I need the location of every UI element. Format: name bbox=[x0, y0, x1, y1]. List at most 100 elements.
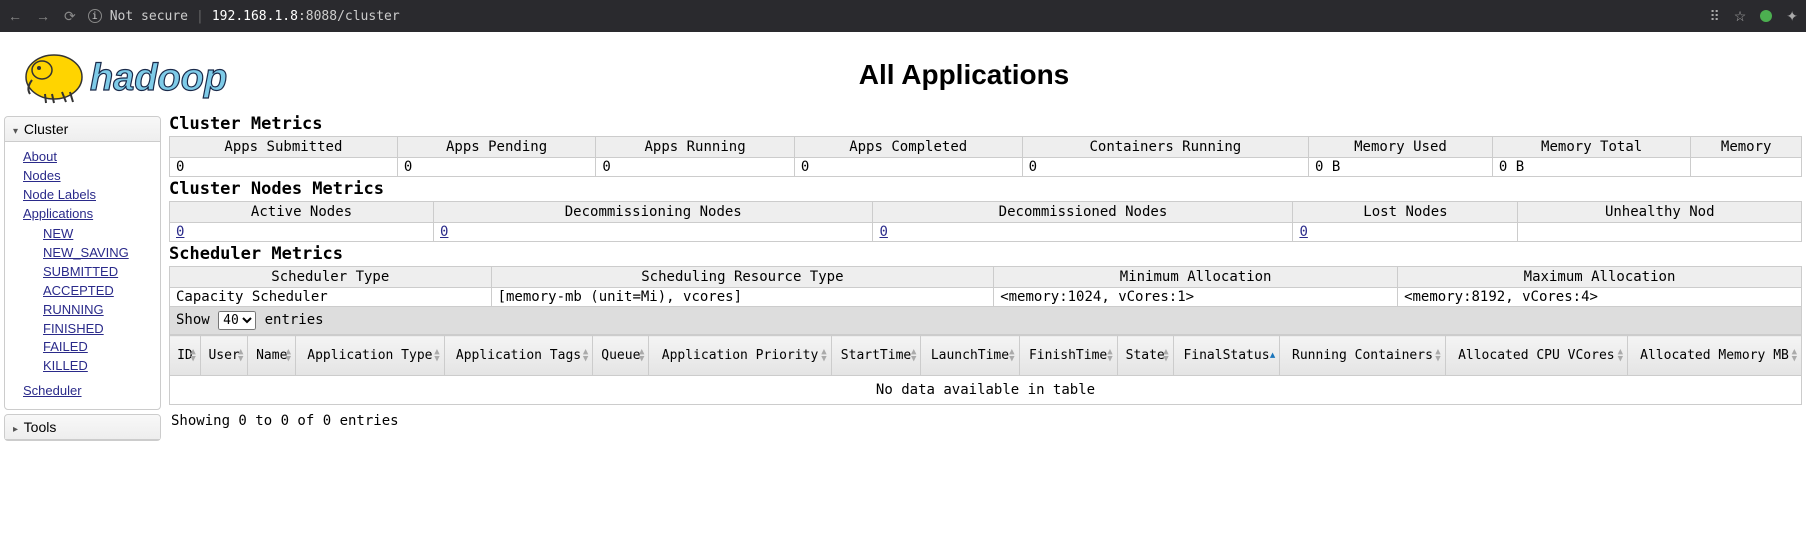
td-apps-pending: 0 bbox=[397, 158, 596, 177]
back-icon[interactable]: ← bbox=[8, 8, 22, 24]
th-apps-pending: Apps Pending bbox=[397, 137, 596, 158]
nav-state-accepted[interactable]: ACCEPTED bbox=[43, 282, 150, 301]
th-mem[interactable]: Allocated Memory MB▲▼ bbox=[1628, 336, 1802, 376]
nav-tools-header[interactable]: ▸ Tools bbox=[5, 415, 160, 440]
td-apps-running: 0 bbox=[596, 158, 795, 177]
th-resource-type: Scheduling Resource Type bbox=[491, 267, 994, 288]
td-memory-used: 0 B bbox=[1309, 158, 1493, 177]
th-app-type[interactable]: Application Type▲▼ bbox=[296, 336, 445, 376]
entries-length-bar: Show 40 entries bbox=[169, 307, 1802, 335]
th-unhealthy-nodes: Unhealthy Nod bbox=[1518, 202, 1802, 223]
sort-icon: ▲▼ bbox=[1792, 349, 1797, 363]
nodes-metrics-title: Cluster Nodes Metrics bbox=[169, 179, 1802, 199]
td-memory-total: 0 B bbox=[1492, 158, 1691, 177]
link-lost-nodes[interactable]: 0 bbox=[1299, 224, 1307, 240]
td-memory-more bbox=[1691, 158, 1802, 177]
chevron-right-icon: ▸ bbox=[13, 424, 18, 435]
applications-table: ID▲▼ User▲▼ Name▲▼ Application Type▲▼ Ap… bbox=[169, 335, 1802, 405]
td-containers-running: 0 bbox=[1022, 158, 1308, 177]
nav-cluster: ▾ Cluster About Nodes Node Labels Applic… bbox=[4, 116, 161, 410]
nav-about[interactable]: About bbox=[23, 148, 150, 167]
sort-icon: ▲▼ bbox=[238, 349, 243, 363]
td-active-nodes: 0 bbox=[170, 223, 434, 242]
sort-icon: ▲▼ bbox=[1009, 349, 1014, 363]
link-decommissioning-nodes[interactable]: 0 bbox=[440, 224, 448, 240]
forward-icon[interactable]: → bbox=[36, 8, 50, 24]
link-active-nodes[interactable]: 0 bbox=[176, 224, 184, 240]
th-queue[interactable]: Queue▲▼ bbox=[593, 336, 649, 376]
cluster-metrics-title: Cluster Metrics bbox=[169, 114, 1802, 134]
sort-icon: ▲▼ bbox=[911, 349, 916, 363]
translate-icon[interactable]: ⠿ bbox=[1709, 8, 1719, 25]
nav-scheduler[interactable]: Scheduler bbox=[23, 382, 150, 401]
th-finish[interactable]: FinishTime▲▼ bbox=[1019, 336, 1117, 376]
nav-state-finished[interactable]: FINISHED bbox=[43, 320, 150, 339]
sort-asc-icon: ▲ bbox=[1270, 352, 1275, 359]
th-memory-used: Memory Used bbox=[1309, 137, 1493, 158]
th-scheduler-type: Scheduler Type bbox=[170, 267, 492, 288]
td-min-alloc: <memory:1024, vCores:1> bbox=[994, 288, 1398, 307]
cluster-metrics-table: Apps Submitted Apps Pending Apps Running… bbox=[169, 136, 1802, 177]
th-cpu[interactable]: Allocated CPU VCores▲▼ bbox=[1445, 336, 1627, 376]
th-decommissioned-nodes: Decommissioned Nodes bbox=[873, 202, 1293, 223]
nav-state-killed[interactable]: KILLED bbox=[43, 357, 150, 376]
chevron-down-icon: ▾ bbox=[13, 126, 18, 137]
scheduler-metrics-title: Scheduler Metrics bbox=[169, 244, 1802, 264]
th-apps-submitted: Apps Submitted bbox=[170, 137, 398, 158]
nodes-metrics-table: Active Nodes Decommissioning Nodes Decom… bbox=[169, 201, 1802, 242]
th-memory-total: Memory Total bbox=[1492, 137, 1691, 158]
nav-nodes[interactable]: Nodes bbox=[23, 167, 150, 186]
scheduler-metrics-table: Scheduler Type Scheduling Resource Type … bbox=[169, 266, 1802, 307]
puzzle-icon[interactable]: ✦ bbox=[1786, 8, 1798, 25]
th-priority[interactable]: Application Priority▲▼ bbox=[649, 336, 831, 376]
td-apps-completed: 0 bbox=[794, 158, 1022, 177]
th-launch[interactable]: LaunchTime▲▼ bbox=[921, 336, 1019, 376]
th-max-alloc: Maximum Allocation bbox=[1398, 267, 1802, 288]
link-decommissioned-nodes[interactable]: 0 bbox=[879, 224, 887, 240]
th-containers-running: Containers Running bbox=[1022, 137, 1308, 158]
entries-select[interactable]: 40 bbox=[218, 311, 256, 330]
td-max-alloc: <memory:8192, vCores:4> bbox=[1398, 288, 1802, 307]
sort-icon: ▲▼ bbox=[1163, 349, 1168, 363]
nav-node-labels[interactable]: Node Labels bbox=[23, 186, 150, 205]
td-decommissioned-nodes: 0 bbox=[873, 223, 1293, 242]
sort-icon: ▲▼ bbox=[286, 349, 291, 363]
td-apps-submitted: 0 bbox=[170, 158, 398, 177]
table-info: Showing 0 to 0 of 0 entries bbox=[169, 405, 1802, 437]
sort-icon: ▲▼ bbox=[434, 349, 439, 363]
sort-icon: ▲▼ bbox=[1618, 349, 1623, 363]
nav-state-failed[interactable]: FAILED bbox=[43, 338, 150, 357]
td-unhealthy-nodes bbox=[1518, 223, 1802, 242]
reload-icon[interactable]: ⟳ bbox=[64, 8, 76, 25]
empty-row: No data available in table bbox=[170, 376, 1802, 405]
sort-icon: ▲▼ bbox=[1107, 349, 1112, 363]
extension-icon[interactable] bbox=[1760, 10, 1772, 22]
th-name[interactable]: Name▲▼ bbox=[248, 336, 296, 376]
nav-tools: ▸ Tools bbox=[4, 414, 161, 441]
th-active-nodes: Active Nodes bbox=[170, 202, 434, 223]
td-resource-type: [memory-mb (unit=Mi), vcores] bbox=[491, 288, 994, 307]
bookmark-icon[interactable]: ☆ bbox=[1734, 8, 1747, 25]
nav-state-new[interactable]: NEW bbox=[43, 225, 150, 244]
th-app-tags[interactable]: Application Tags▲▼ bbox=[444, 336, 593, 376]
th-start[interactable]: StartTime▲▼ bbox=[831, 336, 921, 376]
th-id[interactable]: ID▲▼ bbox=[170, 336, 201, 376]
sidebar: ▾ Cluster About Nodes Node Labels Applic… bbox=[0, 112, 165, 449]
nav-state-running[interactable]: RUNNING bbox=[43, 301, 150, 320]
main-content: Cluster Metrics Apps Submitted Apps Pend… bbox=[165, 112, 1806, 449]
th-state[interactable]: State▲▼ bbox=[1117, 336, 1173, 376]
th-final-status[interactable]: FinalStatus▲ bbox=[1173, 336, 1280, 376]
th-user[interactable]: User▲▼ bbox=[200, 336, 248, 376]
th-running-containers[interactable]: Running Containers▲▼ bbox=[1280, 336, 1445, 376]
th-decommissioning-nodes: Decommissioning Nodes bbox=[434, 202, 873, 223]
nav-state-submitted[interactable]: SUBMITTED bbox=[43, 263, 150, 282]
nav-applications[interactable]: Applications bbox=[23, 205, 150, 224]
page-title: All Applications bbox=[122, 59, 1806, 91]
nav-cluster-header[interactable]: ▾ Cluster bbox=[5, 117, 160, 142]
td-decommissioning-nodes: 0 bbox=[434, 223, 873, 242]
sort-icon: ▲▼ bbox=[639, 349, 644, 363]
nav-state-new-saving[interactable]: NEW_SAVING bbox=[43, 244, 150, 263]
url-bar[interactable]: i Not secure | 192.168.1.8:8088/cluster bbox=[88, 9, 400, 24]
security-label: Not secure bbox=[110, 9, 188, 24]
th-apps-completed: Apps Completed bbox=[794, 137, 1022, 158]
